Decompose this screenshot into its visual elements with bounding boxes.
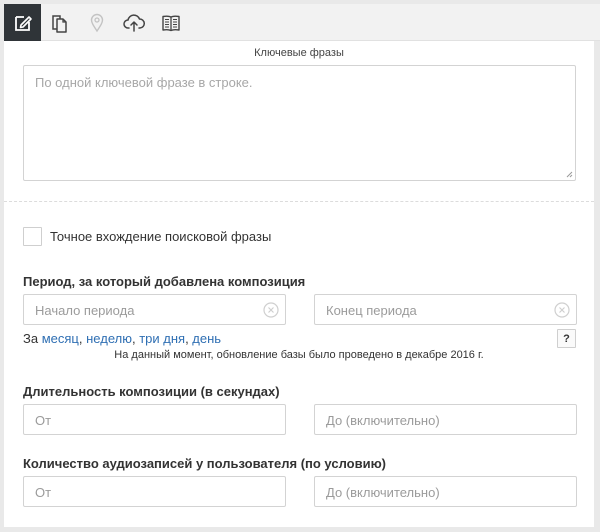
edit-tab-button[interactable] — [4, 4, 41, 41]
period-link-day[interactable]: день — [192, 331, 221, 346]
book-tab-button[interactable] — [152, 4, 189, 41]
audio-count-from-input[interactable]: От — [23, 476, 286, 507]
edit-icon — [14, 15, 32, 31]
keywords-placeholder: По одной ключевой фразе в строке. — [35, 75, 253, 90]
duration-from-placeholder: От — [35, 413, 52, 428]
toolbar — [4, 4, 600, 41]
search-form-panel: Ключевые фразы По одной ключевой фразе в… — [4, 41, 594, 527]
period-end-placeholder: Конец периода — [326, 303, 417, 318]
section-divider — [4, 201, 594, 202]
duration-from-input[interactable]: От — [23, 404, 286, 435]
resize-grip-icon[interactable] — [565, 170, 573, 178]
period-link-week[interactable]: неделю — [86, 331, 132, 346]
cloud-upload-icon — [122, 13, 145, 32]
clear-start-icon[interactable] — [263, 302, 279, 318]
book-icon — [161, 14, 180, 31]
exact-match-label[interactable]: Точное вхождение поисковой фразы — [50, 229, 271, 244]
period-label: Период, за который добавлена композиция — [23, 274, 306, 289]
help-button[interactable]: ? — [557, 329, 576, 348]
audio-count-to-input[interactable]: До (включительно) — [314, 476, 577, 507]
quick-period-links: За месяц, неделю, три дня, день — [23, 331, 222, 346]
documents-tab-button[interactable] — [41, 4, 78, 41]
audio-count-label: Количество аудиозаписей у пользователя (… — [23, 456, 387, 471]
quick-period-prefix: За — [23, 331, 39, 346]
keywords-title: Ключевые фразы — [254, 47, 344, 59]
period-end-input[interactable]: Конец периода — [314, 294, 577, 325]
exact-match-option[interactable]: Точное вхождение поисковой фразы — [23, 227, 271, 246]
location-pin-icon — [90, 13, 103, 32]
audio-count-to-placeholder: До (включительно) — [326, 485, 440, 500]
duration-to-placeholder: До (включительно) — [326, 413, 440, 428]
documents-icon — [51, 14, 67, 33]
period-link-three-days[interactable]: три дня — [139, 331, 185, 346]
period-start-input[interactable]: Начало периода — [23, 294, 286, 325]
location-tab-button[interactable] — [78, 4, 115, 41]
upload-tab-button[interactable] — [115, 4, 152, 41]
clear-end-icon[interactable] — [554, 302, 570, 318]
exact-match-checkbox[interactable] — [23, 227, 42, 246]
audio-count-from-placeholder: От — [35, 485, 52, 500]
keywords-textarea[interactable]: По одной ключевой фразе в строке. — [23, 65, 576, 181]
period-link-month[interactable]: месяц — [42, 331, 79, 346]
duration-to-input[interactable]: До (включительно) — [314, 404, 577, 435]
update-notice: На данный момент, обновление базы было п… — [114, 349, 484, 361]
duration-label: Длительность композиции (в секундах) — [23, 384, 280, 399]
period-start-placeholder: Начало периода — [35, 303, 135, 318]
